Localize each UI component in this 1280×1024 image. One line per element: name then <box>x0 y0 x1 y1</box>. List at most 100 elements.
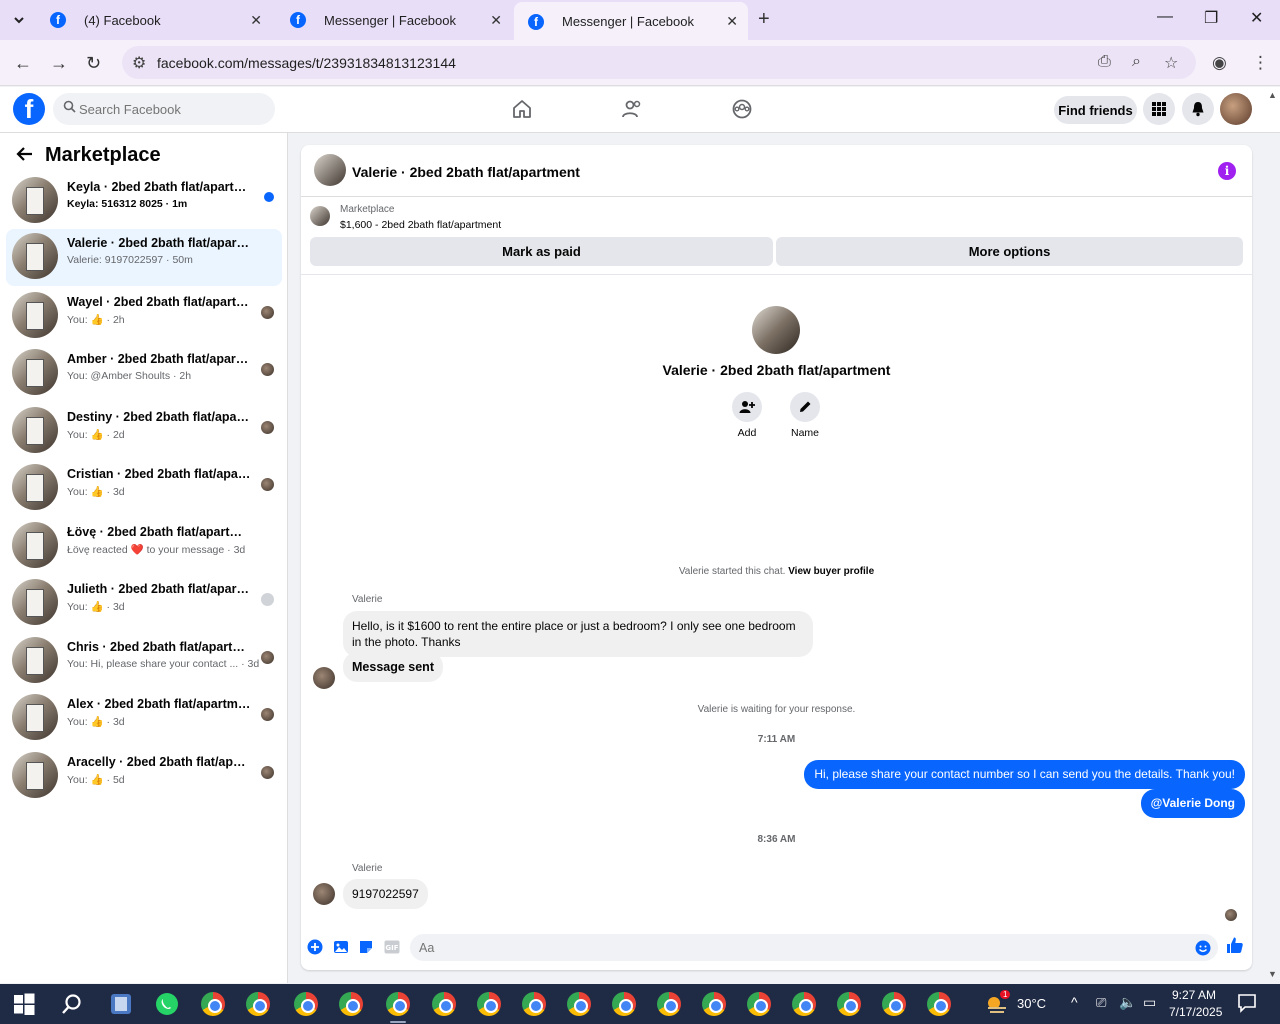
facebook-search[interactable] <box>53 93 275 125</box>
chevron-up-icon[interactable]: ^ <box>1071 994 1078 1010</box>
chrome-icon[interactable] <box>927 992 951 1016</box>
add-person-button[interactable]: Add <box>727 392 767 439</box>
forward-icon[interactable]: → <box>50 53 68 74</box>
sender-avatar[interactable] <box>313 883 335 905</box>
display-icon[interactable]: ▭ <box>1143 994 1156 1011</box>
minimize-icon[interactable]: — <box>1157 8 1173 26</box>
conversation-item[interactable]: Destiny · 2bed 2bath flat/apartment You:… <box>6 403 282 459</box>
view-buyer-profile-link[interactable]: View buyer profile <box>788 566 874 577</box>
close-tab-icon[interactable]: ✕ <box>726 13 738 30</box>
listing-price-title[interactable]: $1,600 - 2bed 2bath flat/apartment <box>340 219 501 231</box>
notifications-bell-icon[interactable] <box>1182 93 1214 125</box>
conversation-item[interactable]: Julieth · 2bed 2bath flat/apartment You:… <box>6 575 282 631</box>
info-icon[interactable]: i <box>1218 162 1236 180</box>
thumbs-up-icon[interactable] <box>1226 936 1244 954</box>
zoom-icon[interactable]: ⌕ <box>1132 53 1141 71</box>
edit-name-button[interactable]: Name <box>785 392 825 439</box>
mark-as-paid-button[interactable]: Mark as paid <box>310 237 773 266</box>
facebook-logo-icon[interactable]: f <box>13 93 45 125</box>
browser-tab-2[interactable]: f Messenger | Facebook ✕ <box>276 0 512 40</box>
chrome-icon[interactable] <box>339 992 363 1016</box>
profile-avatar[interactable] <box>752 306 800 354</box>
chrome-icon[interactable] <box>792 992 816 1016</box>
sender-avatar[interactable] <box>313 667 335 689</box>
conversation-item-selected[interactable]: Valerie · 2bed 2bath flat/apartment Vale… <box>6 229 282 286</box>
chrome-icon[interactable] <box>477 992 501 1016</box>
temperature[interactable]: 30°C <box>1017 996 1046 1011</box>
emoji-icon[interactable] <box>1194 939 1212 957</box>
menu-grid-icon[interactable] <box>1143 93 1175 125</box>
windows-start-icon[interactable] <box>12 992 36 1016</box>
listing-thumbnail[interactable] <box>310 206 330 226</box>
conversation-item[interactable]: Amber · 2bed 2bath flat/apartment You: @… <box>6 345 282 401</box>
new-tab-icon[interactable]: + <box>758 8 770 31</box>
photo-icon[interactable] <box>332 938 350 956</box>
back-arrow-icon[interactable] <box>16 145 34 169</box>
groups-icon[interactable] <box>730 97 754 121</box>
volume-icon[interactable]: 🔈 <box>1119 994 1136 1011</box>
scroll-down-arrow-icon[interactable]: ▼ <box>1268 969 1277 979</box>
clock-date[interactable]: 7/17/2025 <box>1169 1005 1222 1019</box>
find-friends-button[interactable]: Find friends <box>1054 96 1137 124</box>
search-input[interactable] <box>79 93 269 125</box>
tab-search-button[interactable] <box>8 9 30 31</box>
window-close-icon[interactable]: ✕ <box>1250 8 1263 28</box>
chat-header-avatar[interactable] <box>314 154 346 186</box>
menu-kebab-icon[interactable]: ⋮ <box>1252 53 1269 73</box>
clock-time[interactable]: 9:27 AM <box>1172 988 1216 1002</box>
notification-center-icon[interactable] <box>1236 992 1260 1016</box>
chrome-icon[interactable] <box>612 992 636 1016</box>
conversation-item[interactable]: Chris · 2bed 2bath flat/apartment You: H… <box>6 633 282 689</box>
chrome-icon[interactable] <box>432 992 456 1016</box>
bookmark-star-icon[interactable]: ☆ <box>1164 53 1178 73</box>
whatsapp-icon[interactable] <box>155 992 179 1016</box>
back-icon[interactable]: ← <box>14 53 32 74</box>
app-icon[interactable] <box>109 992 133 1016</box>
scroll-up-arrow-icon[interactable]: ▲ <box>1268 90 1277 100</box>
chrome-icon[interactable] <box>747 992 771 1016</box>
friends-icon[interactable] <box>620 97 644 121</box>
chrome-icon[interactable] <box>294 992 318 1016</box>
chrome-icon[interactable] <box>702 992 726 1016</box>
chrome-icon[interactable] <box>201 992 225 1016</box>
profile-icon[interactable]: ◉ <box>1212 53 1227 73</box>
network-icon[interactable]: ⎚ <box>1096 995 1106 1011</box>
incoming-message[interactable]: Message sent <box>343 652 443 682</box>
outgoing-mention-message[interactable]: @Valerie Dong <box>1140 789 1245 818</box>
account-avatar[interactable] <box>1220 93 1252 125</box>
url-text[interactable]: facebook.com/messages/t/2393183481312314… <box>157 55 456 71</box>
chrome-icon-active[interactable] <box>386 992 410 1016</box>
chrome-icon[interactable] <box>522 992 546 1016</box>
conversation-item[interactable]: Alex · 2bed 2bath flat/apartment You: 👍 … <box>6 690 282 746</box>
omnibox[interactable]: ⚙ facebook.com/messages/t/23931834813123… <box>122 46 1196 79</box>
search-icon[interactable] <box>60 992 84 1016</box>
chrome-icon[interactable] <box>246 992 270 1016</box>
sticker-icon[interactable] <box>357 938 375 956</box>
reload-icon[interactable]: ↻ <box>86 53 101 74</box>
chrome-icon[interactable] <box>882 992 906 1016</box>
site-settings-icon[interactable]: ⚙ <box>132 53 146 73</box>
chrome-icon[interactable] <box>837 992 861 1016</box>
chat-header-title[interactable]: Valerie · 2bed 2bath flat/apartment <box>352 164 580 180</box>
chrome-icon[interactable] <box>567 992 591 1016</box>
chrome-icon[interactable] <box>657 992 681 1016</box>
conversation-item[interactable]: Łövę · 2bed 2bath flat/apartment Łövę re… <box>6 518 282 574</box>
outgoing-message[interactable]: Hi, please share your contact number so … <box>804 760 1245 789</box>
conversation-item[interactable]: Keyla · 2bed 2bath flat/apartment Keyla:… <box>6 173 282 229</box>
message-input[interactable] <box>410 934 1218 961</box>
gif-icon[interactable]: GIF <box>383 938 401 956</box>
conversation-item[interactable]: Aracelly · 2bed 2bath flat/apartment You… <box>6 748 282 804</box>
install-app-icon[interactable]: ⎙ <box>1098 53 1111 71</box>
more-options-button[interactable]: More options <box>776 237 1243 266</box>
conversation-item[interactable]: Wayel · 2bed 2bath flat/apartment You: 👍… <box>6 288 282 344</box>
browser-tab-3-active[interactable]: f Messenger | Facebook ✕ <box>514 2 748 40</box>
conversation-item[interactable]: Cristian · 2bed 2bath flat/apartment You… <box>6 460 282 516</box>
close-tab-icon[interactable]: ✕ <box>250 12 262 29</box>
restore-icon[interactable]: ❐ <box>1204 8 1218 28</box>
incoming-message[interactable]: Hello, is it $1600 to rent the entire pl… <box>343 611 813 657</box>
browser-tab-1[interactable]: f (4) Facebook ✕ <box>36 0 272 40</box>
incoming-message[interactable]: 9197022597 <box>343 879 428 909</box>
plus-circle-icon[interactable] <box>306 938 324 956</box>
close-tab-icon[interactable]: ✕ <box>490 12 502 29</box>
home-icon[interactable] <box>510 97 534 121</box>
